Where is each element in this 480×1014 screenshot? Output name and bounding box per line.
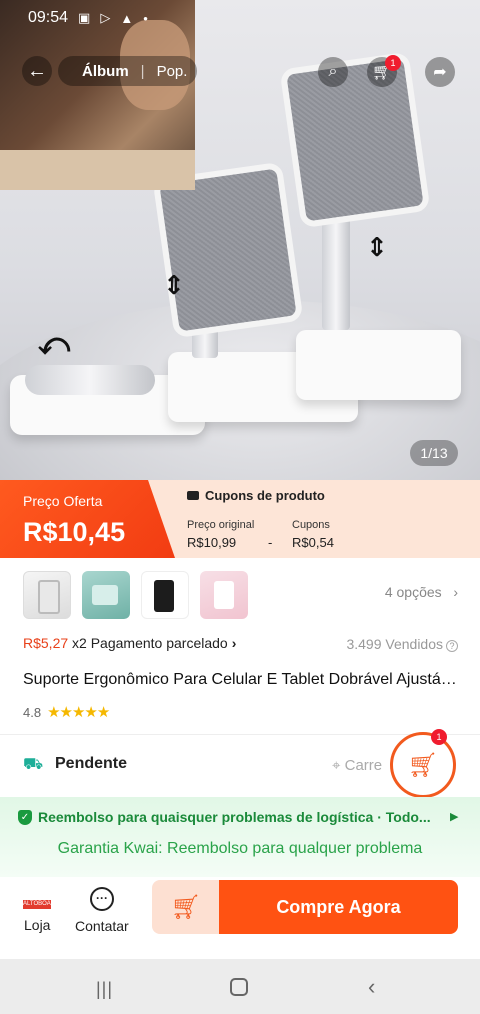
refund-logistics-line: ✓ Reembolso para quaisquer problemas de … — [18, 809, 431, 825]
refund-logistics-text: Reembolso para quaisquer problemas de lo… — [38, 809, 431, 825]
coupon-title-text: Cupons de produto — [205, 488, 325, 503]
tab-album[interactable]: Álbum — [82, 63, 129, 80]
product-rating[interactable]: 4.8 ★★★★★ — [23, 703, 110, 721]
installment-text: x2 Pagamento parcelado — [68, 635, 228, 651]
triangle-right-icon: ▶ — [450, 811, 459, 823]
offer-price-value: R$10,45 — [23, 517, 126, 547]
kwai-guarantee-text: Garantia Kwai: Reembolso para qualquer p… — [57, 840, 423, 857]
floating-cart-badge: 1 — [431, 729, 447, 745]
rating-value: 4.8 — [23, 704, 42, 720]
shipping-status: Pendente — [55, 755, 128, 772]
chevron-right-icon: › — [231, 635, 237, 651]
tab-pop[interactable]: Pop. — [157, 63, 188, 80]
buy-now-button[interactable]: Compre Agora — [219, 880, 458, 934]
star-icons: ★★★★★ — [47, 704, 110, 721]
video-thumbnail[interactable] — [0, 0, 195, 190]
add-to-cart-button[interactable]: 🛒︎ — [152, 880, 220, 934]
recent-apps-icon[interactable]: ||| — [96, 979, 113, 1000]
cart-plus-icon: 🛒︎ — [170, 893, 202, 921]
installment-amount: R$5,27 — [23, 635, 69, 651]
location-value: Carre — [344, 757, 383, 774]
home-icon[interactable] — [230, 978, 248, 996]
price-banner: Preço Oferta R$10,45 Cupons de produto P… — [0, 480, 480, 558]
share-button[interactable]: ➦ — [425, 57, 455, 87]
folded-stand-hinge — [25, 365, 155, 395]
back-button[interactable]: ← — [22, 56, 52, 86]
tab-separator: | — [140, 62, 145, 80]
ticket-icon — [187, 491, 199, 500]
contact-label[interactable]: Contatar — [75, 918, 129, 934]
shop-logo: ALTOBOAI — [23, 900, 53, 909]
back-nav-icon[interactable]: ‹ — [368, 974, 375, 1000]
option-thumbnail-pink[interactable] — [200, 571, 248, 619]
original-price-value: R$10,99 — [187, 535, 237, 550]
cart-badge: 1 — [385, 55, 401, 71]
cart-icon: 🛒︎ — [407, 751, 439, 779]
search-icon: ⌕ — [328, 63, 338, 80]
status-bar: 09:54 ▣ ▷ ▲ • — [28, 9, 148, 27]
product-title: Suporte Ergonômico Para Celular E Tablet… — [23, 671, 459, 688]
shop-button[interactable]: ALTOBOAI — [23, 893, 53, 909]
product-info-card: 4 opções › R$5,27 x2 Pagamento parcelado… — [0, 558, 480, 734]
shield-check-icon: ✓ — [18, 809, 32, 825]
installment-info[interactable]: R$5,27 x2 Pagamento parcelado › — [23, 635, 236, 651]
sold-count-text: 3.499 Vendidos — [346, 636, 443, 652]
right-stand-base — [296, 330, 461, 400]
right-stand-phone — [279, 51, 431, 229]
offer-price-panel: Preço Oferta R$10,45 — [0, 480, 175, 558]
search-button[interactable]: ⌕ — [318, 57, 348, 87]
system-nav-bar: ||| ‹ — [0, 959, 480, 1014]
offer-price-label: Preço Oferta — [23, 493, 103, 509]
gallery-notification-icon: ▣ — [78, 10, 91, 25]
height-arrow-icon-right: ⇕ — [366, 232, 388, 262]
option-thumbnail-green[interactable] — [82, 571, 130, 619]
location-text: ⌖ Carre — [332, 757, 382, 774]
cart-button[interactable]: 🛒︎ 1 — [367, 55, 401, 87]
coupon-title[interactable]: Cupons de produto — [187, 488, 325, 503]
question-icon[interactable]: ? — [446, 640, 458, 652]
sold-count: 3.499 Vendidos? — [346, 636, 458, 652]
chevron-right-icon: › — [445, 584, 458, 600]
truck-icon: ⛟ — [23, 756, 44, 773]
arrow-left-icon: ← — [27, 59, 47, 82]
coupons-value: R$0,54 — [292, 535, 334, 550]
option-thumbnail-black[interactable] — [141, 571, 189, 619]
dot-icon: • — [143, 10, 148, 26]
rotate-arrow-icon: ⤺ — [38, 328, 71, 361]
desk-image — [0, 150, 195, 190]
media-tabs: Álbum | Pop. — [58, 56, 198, 86]
options-count-label: 4 opções — [384, 584, 442, 600]
original-price-label: Preço original — [187, 519, 255, 531]
chat-icon[interactable]: ··· — [90, 887, 114, 911]
bottom-action-bar: ALTOBOAI Loja ··· Contatar 🛒︎ Compre Ago… — [0, 877, 480, 959]
option-thumbnail-white[interactable] — [23, 571, 71, 619]
status-time: 09:54 — [28, 9, 69, 26]
minus-sign: - — [268, 535, 273, 550]
coupons-label: Cupons — [292, 519, 330, 531]
height-arrow-icon: ⇕ — [163, 270, 185, 300]
options-count[interactable]: 4 opções › — [385, 584, 458, 600]
floating-cart-button[interactable]: 🛒︎ 1 — [390, 729, 456, 798]
image-page-indicator: 1/13 — [410, 440, 458, 466]
location-pin-icon: ⌖ — [332, 757, 345, 774]
alert-notification-icon: ▲ — [120, 10, 134, 26]
shop-label[interactable]: Loja — [24, 917, 50, 933]
play-notification-icon: ▷ — [100, 10, 111, 25]
guarantee-banner[interactable]: ✓ Reembolso para quaisquer problemas de … — [0, 797, 480, 877]
share-icon: ➦ — [433, 64, 447, 81]
